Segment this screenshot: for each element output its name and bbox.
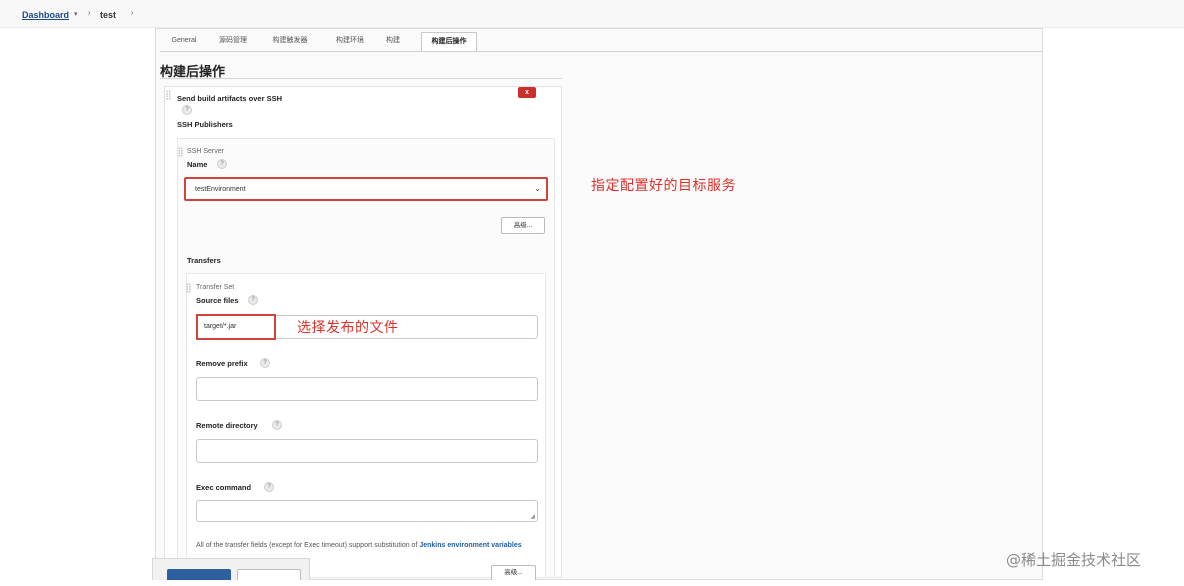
help-icon[interactable]: ? — [217, 159, 227, 169]
drag-handle-icon[interactable] — [166, 90, 171, 100]
dashboard-dropdown-icon[interactable]: ▾ — [74, 10, 78, 18]
chevron-down-icon: ⌄ — [534, 184, 541, 193]
tab-post-build[interactable]: 构建后操作 — [421, 32, 477, 51]
delete-step-button[interactable]: x — [518, 87, 536, 98]
breadcrumb-bar — [0, 0, 1184, 28]
help-icon[interactable]: ? — [272, 420, 282, 430]
annotation-server: 指定配置好的目标服务 — [591, 178, 736, 194]
transfers-label: Transfers — [187, 256, 221, 265]
jenkins-env-vars-link[interactable]: Jenkins environment variables — [419, 542, 521, 549]
step-title: Send build artifacts over SSH — [177, 94, 283, 103]
apply-button[interactable] — [237, 569, 301, 580]
exec-command-label: Exec command — [196, 483, 252, 492]
tab-divider — [160, 51, 1042, 52]
section-divider — [160, 78, 562, 79]
ssh-publishers-label: SSH Publishers — [177, 120, 233, 129]
transfer-advanced-button[interactable]: 高级... — [491, 565, 536, 580]
ssh-server-name-select[interactable]: testEnvironment ⌄ — [184, 177, 548, 201]
substitution-note-text: All of the transfer fields (except for E… — [196, 542, 420, 549]
watermark: @稀土掘金技术社区 — [1006, 551, 1142, 569]
breadcrumb-dashboard-link[interactable]: Dashboard — [22, 10, 69, 20]
tab-build[interactable]: 构建 — [380, 32, 406, 51]
help-icon[interactable]: ? — [182, 105, 192, 115]
help-icon[interactable]: ? — [264, 482, 274, 492]
name-label: Name — [187, 160, 208, 169]
remote-directory-input[interactable] — [196, 439, 538, 463]
remove-prefix-input[interactable] — [196, 377, 538, 401]
drag-handle-icon[interactable] — [178, 147, 183, 157]
resize-handle-icon[interactable]: ◢ — [530, 513, 535, 520]
ssh-server-label: SSH Server — [187, 148, 224, 155]
tab-build-triggers[interactable]: 构建触发器 — [264, 32, 316, 51]
tab-source-code[interactable]: 源码管理 — [211, 32, 255, 51]
source-files-highlight: target/*.jar — [196, 314, 276, 340]
save-button[interactable] — [167, 569, 231, 580]
exec-command-textarea[interactable]: ◢ — [196, 500, 538, 522]
remove-prefix-label: Remove prefix — [196, 359, 248, 368]
transfer-set-label: Transfer Set — [196, 284, 235, 291]
tab-general[interactable]: General — [163, 32, 205, 51]
breadcrumb-separator-icon: › — [131, 10, 134, 17]
tab-build-env[interactable]: 构建环境 — [328, 32, 372, 51]
drag-handle-icon[interactable] — [186, 283, 191, 293]
annotation-files: 选择发布的文件 — [297, 320, 399, 336]
remote-directory-label: Remote directory — [196, 421, 258, 430]
server-advanced-button[interactable]: 高级... — [501, 217, 545, 234]
breadcrumb-separator-icon: › — [88, 10, 91, 17]
help-icon[interactable]: ? — [248, 295, 258, 305]
source-files-value: target/*.jar — [204, 323, 237, 330]
help-icon[interactable]: ? — [260, 358, 270, 368]
breadcrumb-project-link[interactable]: test — [100, 10, 116, 20]
ssh-server-name-value: testEnvironment — [195, 186, 246, 193]
substitution-note: All of the transfer fields (except for E… — [196, 540, 536, 551]
source-files-label: Source files — [196, 296, 239, 305]
